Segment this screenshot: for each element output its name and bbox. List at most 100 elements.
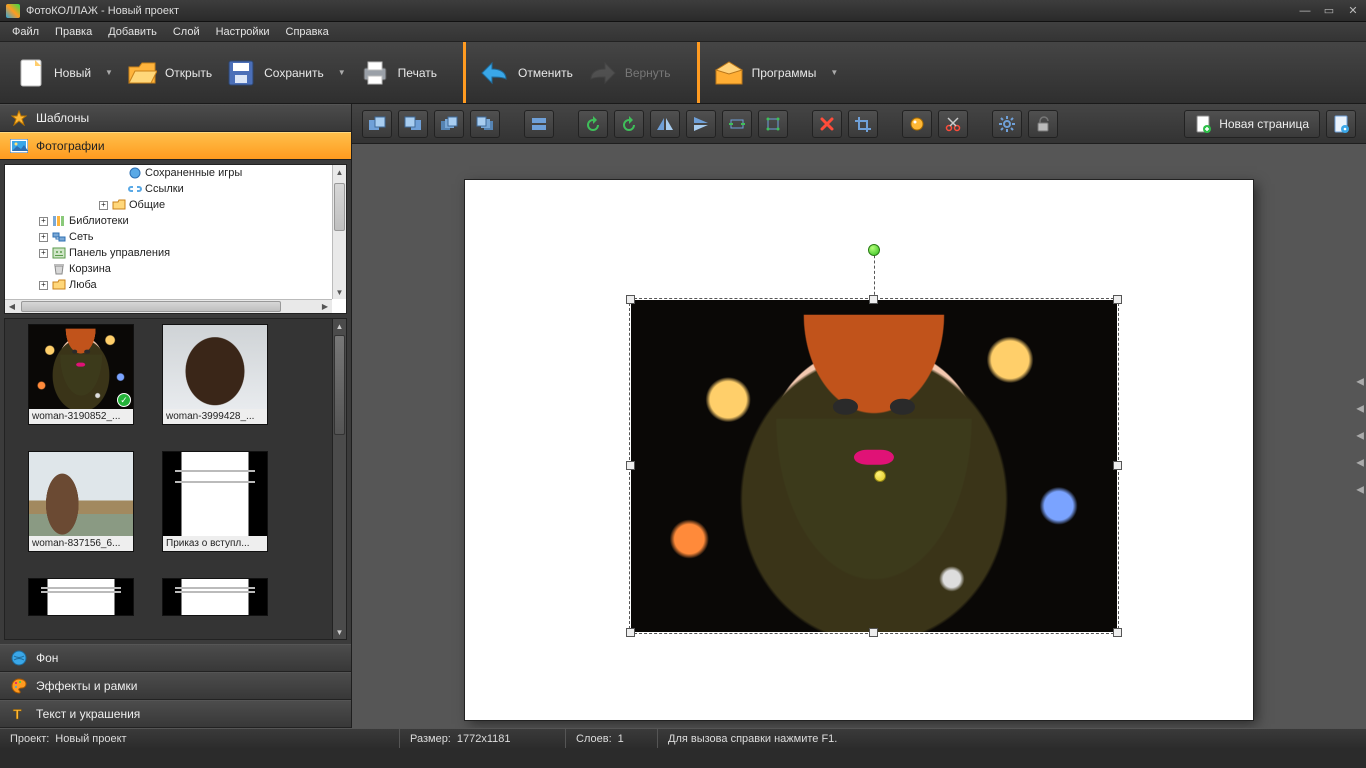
resize-handle-se[interactable]: [1113, 628, 1122, 637]
rotate-left-button[interactable]: [578, 110, 608, 138]
flip-vertical-button[interactable]: [686, 110, 716, 138]
new-page-button[interactable]: Новая страница: [1184, 110, 1320, 138]
programs-button[interactable]: Программы ▼: [714, 58, 839, 88]
scroll-down-icon[interactable]: ▼: [333, 625, 346, 639]
save-button[interactable]: Сохранить ▼: [226, 58, 346, 88]
fit-width-button[interactable]: [722, 110, 752, 138]
send-back-button[interactable]: [470, 110, 500, 138]
scroll-thumb[interactable]: [21, 301, 281, 312]
print-button[interactable]: Печать: [360, 58, 437, 88]
scroll-up-icon[interactable]: ▲: [333, 165, 346, 179]
rotation-handle[interactable]: [868, 244, 880, 256]
close-button[interactable]: ✕: [1346, 4, 1360, 18]
resize-handle-sw[interactable]: [626, 628, 635, 637]
tree-item[interactable]: Сохраненные игры: [5, 165, 332, 181]
resize-handle-s[interactable]: [869, 628, 878, 637]
bring-front-button[interactable]: [434, 110, 464, 138]
thumbnail-item[interactable]: woman-837156_6...: [29, 452, 133, 551]
expand-icon[interactable]: +: [39, 217, 48, 226]
svg-text:T: T: [13, 706, 22, 722]
new-page-label: Новая страница: [1219, 117, 1309, 131]
rotate-right-button[interactable]: [614, 110, 644, 138]
thumbnail-item[interactable]: ✓ woman-3190852_...: [29, 325, 133, 424]
collage-page[interactable]: [465, 180, 1253, 720]
collapse-handle-icon[interactable]: ◀: [1356, 485, 1364, 496]
folder-tree[interactable]: Сохраненные игрыСсылки+Общие+Библиотеки+…: [4, 164, 347, 314]
tree-item[interactable]: +Библиотеки: [5, 213, 332, 229]
thumbnail-image: [29, 452, 133, 536]
new-button[interactable]: Новый ▼: [16, 58, 113, 88]
thumbs-vertical-scrollbar[interactable]: ▲ ▼: [332, 319, 346, 639]
cut-button[interactable]: [938, 110, 968, 138]
scroll-left-icon[interactable]: ◀: [5, 300, 19, 313]
maximize-button[interactable]: ▭: [1322, 4, 1336, 18]
menu-layer[interactable]: Слой: [167, 24, 206, 40]
expand-icon[interactable]: +: [99, 201, 108, 210]
delete-button[interactable]: [812, 110, 842, 138]
tree-item[interactable]: Ссылки: [5, 181, 332, 197]
collapse-handle-icon[interactable]: ◀: [1356, 404, 1364, 415]
tree-vertical-scrollbar[interactable]: ▲ ▼: [332, 165, 346, 299]
accordion-photos[interactable]: Фотографии: [0, 132, 351, 160]
crop-button[interactable]: [848, 110, 878, 138]
tree-horizontal-scrollbar[interactable]: ◀ ▶: [5, 299, 332, 313]
resize-handle-ne[interactable]: [1113, 295, 1122, 304]
thumbnail-item[interactable]: woman-3999428_...: [163, 325, 267, 424]
tree-item[interactable]: Корзина: [5, 261, 332, 277]
window-title: ФотоКОЛЛАЖ - Новый проект: [26, 5, 179, 17]
thumbnail-item[interactable]: [29, 579, 133, 615]
thumbnail-item[interactable]: Приказ о вступл...: [163, 452, 267, 551]
dropdown-caret-icon[interactable]: ▼: [338, 68, 346, 77]
collapse-handle-icon[interactable]: ◀: [1356, 377, 1364, 388]
scroll-up-icon[interactable]: ▲: [333, 319, 346, 333]
game-icon: [128, 167, 142, 179]
accordion-effects[interactable]: Эффекты и рамки: [0, 672, 351, 700]
scroll-right-icon[interactable]: ▶: [318, 300, 332, 313]
page-settings-button[interactable]: [1326, 110, 1356, 138]
settings-button[interactable]: [992, 110, 1022, 138]
collapse-handle-icon[interactable]: ◀: [1356, 431, 1364, 442]
fit-page-button[interactable]: [758, 110, 788, 138]
menu-file[interactable]: Файл: [6, 24, 45, 40]
lock-button[interactable]: [1028, 110, 1058, 138]
color-button[interactable]: [902, 110, 932, 138]
menu-help[interactable]: Справка: [280, 24, 335, 40]
dropdown-caret-icon[interactable]: ▼: [105, 68, 113, 77]
scroll-down-icon[interactable]: ▼: [333, 285, 346, 299]
thumbnail-item[interactable]: [163, 579, 267, 615]
expand-icon[interactable]: +: [39, 281, 48, 290]
new-file-icon: [16, 58, 46, 88]
undo-button[interactable]: Отменить: [480, 58, 573, 88]
globe-icon: [10, 649, 28, 667]
resize-handle-nw[interactable]: [626, 295, 635, 304]
scroll-thumb[interactable]: [334, 335, 345, 435]
bring-forward-button[interactable]: [362, 110, 392, 138]
tree-item[interactable]: +Общие: [5, 197, 332, 213]
accordion-text[interactable]: T Текст и украшения: [0, 700, 351, 728]
collapse-handle-icon[interactable]: ◀: [1356, 458, 1364, 469]
minimize-button[interactable]: —: [1298, 4, 1312, 18]
menu-edit[interactable]: Правка: [49, 24, 98, 40]
flip-horizontal-button[interactable]: [650, 110, 680, 138]
tree-item[interactable]: +Панель управления: [5, 245, 332, 261]
tree-item[interactable]: +Люба: [5, 277, 332, 293]
open-button[interactable]: Открыть: [127, 58, 212, 88]
resize-handle-e[interactable]: [1113, 461, 1122, 470]
redo-button[interactable]: Вернуть: [587, 58, 671, 88]
scroll-thumb[interactable]: [334, 183, 345, 231]
dropdown-caret-icon[interactable]: ▼: [830, 68, 838, 77]
resize-handle-n[interactable]: [869, 295, 878, 304]
accordion-background[interactable]: Фон: [0, 644, 351, 672]
align-button[interactable]: [524, 110, 554, 138]
selected-image[interactable]: [631, 300, 1117, 632]
expand-icon[interactable]: +: [39, 249, 48, 258]
send-backward-button[interactable]: [398, 110, 428, 138]
canvas-area[interactable]: ◀ ◀ ◀ ◀ ◀: [352, 144, 1366, 728]
center-handle[interactable]: [874, 470, 886, 482]
menu-add[interactable]: Добавить: [102, 24, 163, 40]
expand-icon[interactable]: +: [39, 233, 48, 242]
menu-settings[interactable]: Настройки: [210, 24, 276, 40]
accordion-templates[interactable]: Шаблоны: [0, 104, 351, 132]
tree-item[interactable]: +Сеть: [5, 229, 332, 245]
resize-handle-w[interactable]: [626, 461, 635, 470]
